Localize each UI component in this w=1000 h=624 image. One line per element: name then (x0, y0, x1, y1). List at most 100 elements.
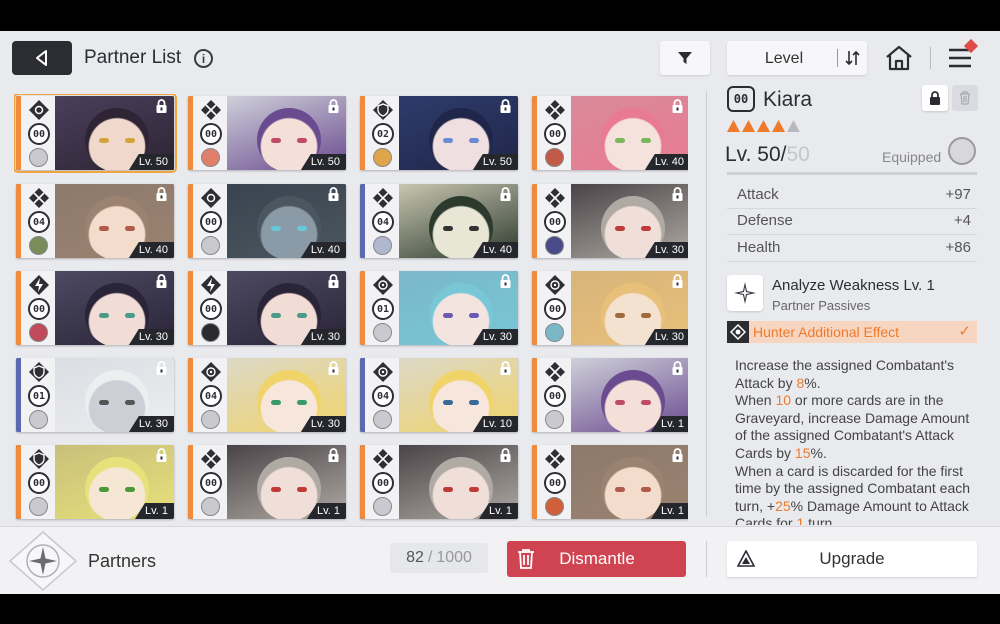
count-separator: / (427, 549, 433, 566)
lock-icon[interactable] (327, 187, 340, 201)
portrait-face (429, 457, 493, 519)
lock-icon[interactable] (671, 361, 684, 375)
partners-emblem-icon (8, 531, 78, 591)
partner-card[interactable]: 00 Lv. 40 (532, 96, 688, 170)
card-rank: 00 (200, 298, 222, 320)
partner-card[interactable]: 00 Lv. 50 (188, 96, 346, 170)
portrait-eye (469, 226, 479, 231)
sort-order-icon[interactable] (843, 48, 863, 68)
lock-icon[interactable] (671, 99, 684, 113)
lock-icon[interactable] (327, 99, 340, 113)
stat-row: Attack +97 (737, 186, 971, 203)
partner-card[interactable]: 00 Lv. 1 (360, 445, 518, 519)
partner-card[interactable]: 00 Lv. 1 (16, 445, 174, 519)
portrait-eye (443, 313, 453, 318)
partner-card[interactable]: 00 Lv. 1 (532, 445, 688, 519)
stat-value: +97 (945, 186, 971, 203)
lock-icon[interactable] (155, 99, 168, 113)
partner-card[interactable]: 04 Lv. 40 (360, 184, 518, 258)
lock-icon[interactable] (155, 448, 168, 462)
partner-card[interactable]: 00 Lv. 1 (188, 445, 346, 519)
lock-icon[interactable] (499, 187, 512, 201)
portrait-eye (443, 487, 453, 492)
lock-icon[interactable] (327, 361, 340, 375)
portrait-eye (469, 138, 479, 143)
portrait-face (601, 370, 665, 432)
skill-icon[interactable] (727, 275, 763, 311)
lock-icon[interactable] (499, 274, 512, 288)
lock-icon[interactable] (327, 274, 340, 288)
back-button[interactable] (12, 41, 72, 75)
skill-type: Partner Passives (772, 298, 871, 313)
portrait-eye (443, 138, 453, 143)
filter-button[interactable] (660, 41, 710, 75)
lock-icon[interactable] (155, 361, 168, 375)
partner-card[interactable]: 01 Lv. 30 (360, 271, 518, 345)
partner-card[interactable]: 00 Lv. 50 (14, 94, 177, 173)
equipped-mini-avatar (29, 323, 48, 342)
portrait-eye (641, 226, 651, 231)
lock-icon[interactable] (499, 99, 512, 113)
stat-divider (727, 208, 977, 209)
portrait-eye (469, 313, 479, 318)
stat-label: Defense (737, 212, 793, 229)
equipped-mini-avatar (373, 410, 392, 429)
back-arrow-icon (36, 50, 47, 66)
partner-card[interactable]: 00 Lv. 30 (532, 184, 688, 258)
portrait-eye (641, 138, 651, 143)
rank-badge: 00 (727, 86, 755, 112)
stat-value: +86 (945, 239, 971, 256)
stat-row: Defense +4 (737, 212, 971, 229)
lock-icon[interactable] (671, 448, 684, 462)
delete-button[interactable] (952, 85, 978, 111)
bottom-divider (706, 541, 707, 577)
page-title: Partner List (84, 47, 182, 68)
home-icon[interactable] (884, 44, 914, 72)
partner-card[interactable]: 04 Lv. 10 (360, 358, 518, 432)
description-text: %. (810, 444, 827, 461)
level-display: Lv. 50/50 (725, 143, 810, 167)
partner-card[interactable]: 00 Lv. 30 (532, 271, 688, 345)
portrait-eye (125, 226, 135, 231)
lock-icon[interactable] (327, 448, 340, 462)
partner-name: Kiara (763, 88, 813, 111)
hunter-effect-bar: Hunter Additional Effect ✓ (727, 321, 977, 343)
partner-card[interactable]: 04 Lv. 30 (188, 358, 346, 432)
partner-card[interactable]: 00 Lv. 30 (188, 271, 346, 345)
equipped-mini-avatar (201, 148, 220, 167)
portrait-eye (125, 487, 135, 492)
partner-card[interactable]: 00 Lv. 30 (16, 271, 174, 345)
upgrade-icon (737, 550, 755, 567)
stat-row: Health +86 (737, 239, 971, 256)
count-current: 82 (406, 549, 424, 566)
portrait-eye (99, 138, 109, 143)
partner-card[interactable]: 02 Lv. 50 (360, 96, 518, 170)
portrait-eye (125, 138, 135, 143)
partner-card[interactable]: 00 Lv. 40 (188, 184, 346, 258)
lock-icon[interactable] (155, 187, 168, 201)
info-icon[interactable]: i (194, 49, 213, 68)
lock-icon[interactable] (155, 274, 168, 288)
portrait-eye (99, 226, 109, 231)
portrait-eye (615, 226, 625, 231)
lock-icon[interactable] (499, 361, 512, 375)
card-rank: 01 (28, 385, 50, 407)
equipped-avatar[interactable] (948, 137, 976, 165)
portrait-eye (297, 226, 307, 231)
lock-icon[interactable] (671, 274, 684, 288)
lock-icon[interactable] (671, 187, 684, 201)
partner-card[interactable]: 01 Lv. 30 (16, 358, 174, 432)
portrait-eye (271, 313, 281, 318)
card-rank: 00 (544, 385, 566, 407)
upgrade-button[interactable]: Upgrade (727, 541, 977, 577)
star-filled-icon (727, 120, 740, 132)
sort-dropdown[interactable]: Level (727, 41, 867, 75)
lock-button[interactable] (922, 85, 948, 111)
portrait-eye (615, 487, 625, 492)
lock-icon[interactable] (499, 448, 512, 462)
partner-card[interactable]: 04 Lv. 40 (16, 184, 174, 258)
star-empty-icon (787, 120, 800, 132)
partner-card[interactable]: 00 Lv. 1 (532, 358, 688, 432)
stat-label: Health (737, 239, 781, 256)
dismantle-button[interactable]: Dismantle (507, 541, 686, 577)
